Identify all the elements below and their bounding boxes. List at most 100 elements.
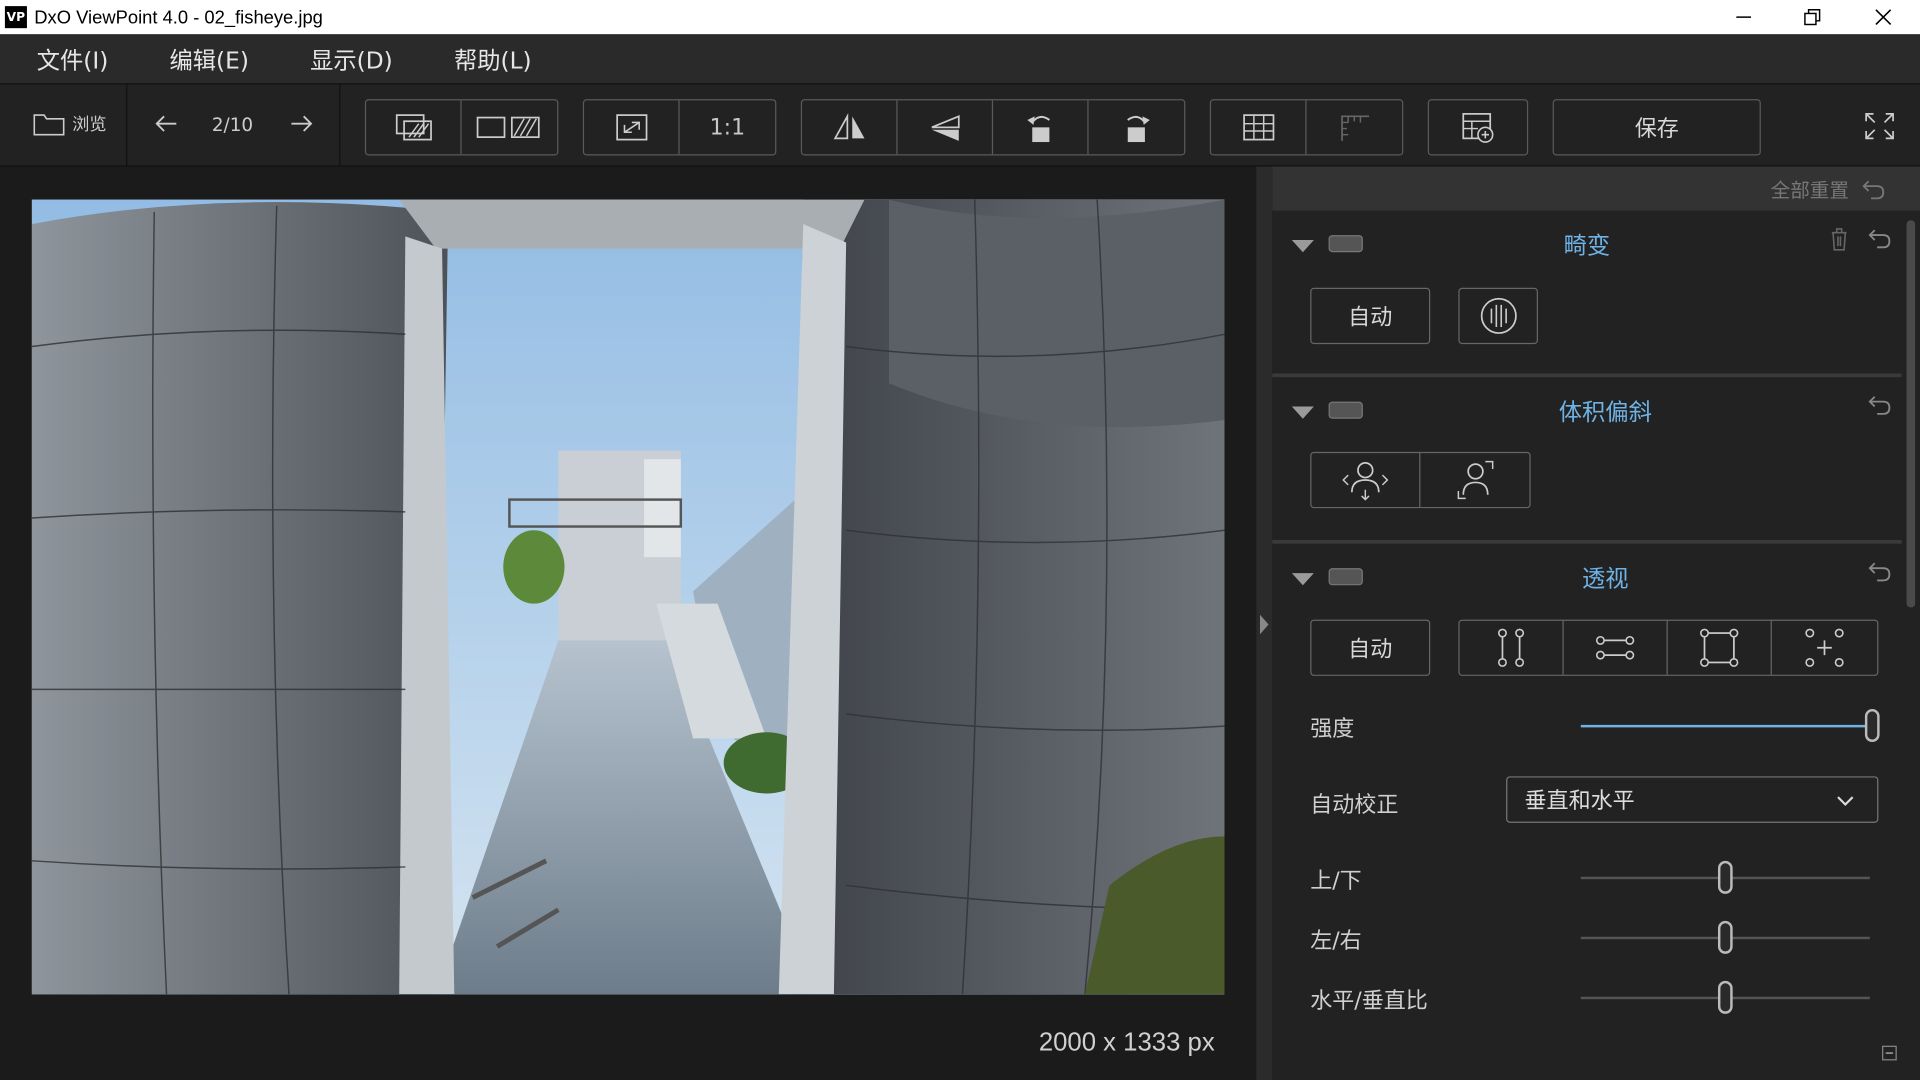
minimize-button[interactable]: [1709, 0, 1778, 34]
browse-label: 浏览: [72, 115, 107, 135]
leftright-slider-thumb[interactable]: [1717, 920, 1733, 954]
perspective-auto-button[interactable]: 自动: [1310, 619, 1431, 676]
image-viewer: 2000 x 1333 px: [0, 166, 1257, 1080]
auto-correct-value: 垂直和水平: [1524, 788, 1635, 815]
menu-help[interactable]: 帮助(L): [454, 42, 532, 75]
distortion-auto-button[interactable]: 自动: [1310, 287, 1431, 345]
grid-button[interactable]: [1211, 100, 1307, 155]
grid-icon: [1242, 114, 1274, 141]
toolbar: 浏览 2/10 1:1 保存: [0, 83, 1920, 168]
rotate-left-icon: [1026, 115, 1050, 143]
strength-label: 强度: [1310, 716, 1355, 743]
restore-button[interactable]: [1778, 0, 1847, 34]
compare-overlay-icon: [395, 114, 432, 141]
volume-title: 体积偏斜: [1558, 399, 1652, 427]
flip-horizontal-button[interactable]: [802, 100, 898, 155]
arrow-right-icon: [291, 115, 313, 132]
updown-slider-thumb[interactable]: [1717, 860, 1733, 894]
browse-button[interactable]: 浏览: [33, 111, 107, 136]
overlay-group: [1209, 99, 1404, 156]
horizontal-lines-icon: [1595, 635, 1635, 660]
fullscreen-icon: [1865, 113, 1894, 140]
close-button[interactable]: [1849, 0, 1918, 34]
menu-file[interactable]: 文件(I): [37, 42, 109, 75]
volume-cylindrical-button[interactable]: [1311, 453, 1421, 507]
panel-splitter[interactable]: [1256, 166, 1273, 1080]
folder-icon: [33, 114, 65, 136]
next-image-button[interactable]: [287, 111, 316, 135]
app-logo: VP: [4, 6, 27, 29]
rectangle-button[interactable]: [1668, 620, 1772, 675]
add-preset-button[interactable]: [1427, 99, 1529, 156]
eight-points-button[interactable]: [1772, 621, 1877, 675]
person-horizontal-icon: [1342, 462, 1389, 501]
ruler-icon: [1341, 115, 1369, 141]
rectangle-icon: [1700, 628, 1739, 667]
rotate-right-button[interactable]: [1089, 100, 1185, 154]
fisheye-photo: [31, 199, 1225, 995]
menu-bar: 文件(I) 编辑(E) 显示(D) 帮助(L): [0, 34, 1920, 84]
strength-slider-fill: [1580, 724, 1875, 728]
undo-icon[interactable]: [1865, 392, 1892, 419]
distortion-fisheye-button[interactable]: [1458, 287, 1538, 345]
flip-vertical-button[interactable]: [898, 100, 994, 155]
perspective-title: 透视: [1582, 565, 1629, 593]
undo-icon[interactable]: [1865, 558, 1892, 585]
fit-to-screen-button[interactable]: [584, 100, 680, 155]
menu-edit[interactable]: 编辑(E): [170, 42, 249, 75]
split-view-button[interactable]: [462, 100, 558, 154]
fisheye-icon: [1480, 297, 1517, 334]
previous-image-button[interactable]: [152, 111, 181, 135]
correction-panel: 全部重置 畸变 自动 体积偏斜 透视 自动 强度 自动校正 垂直和水平 上/下 …: [1272, 166, 1920, 1080]
flip-horizontal-icon: [833, 113, 864, 140]
collapse-panel-icon: [1260, 614, 1269, 635]
fullscreen-button[interactable]: [1861, 109, 1898, 143]
split-view-icon: [476, 116, 540, 139]
before-after-button[interactable]: [366, 100, 462, 155]
perspective-section: 透视 自动 强度 自动校正 垂直和水平 上/下 左/右 水平/垂直比: [1272, 540, 1902, 1080]
panel-scrollbar[interactable]: [1906, 220, 1916, 608]
perspective-mode-group: [1458, 619, 1879, 676]
auto-correct-label: 自动校正: [1310, 792, 1399, 818]
transform-group: [800, 99, 1186, 156]
vertical-lines-icon: [1497, 628, 1525, 667]
volume-buttons: [1310, 451, 1531, 509]
zoom-100-button[interactable]: 1:1: [680, 100, 776, 154]
page-counter: 2/10: [211, 113, 254, 136]
window-title: DxO ViewPoint 4.0 - 02_fisheye.jpg: [34, 6, 323, 28]
updown-label: 上/下: [1310, 868, 1362, 894]
photo-canvas[interactable]: [31, 199, 1225, 995]
add-grid-icon: [1462, 113, 1494, 143]
ratio-slider-thumb[interactable]: [1717, 980, 1733, 1014]
leftright-label: 左/右: [1310, 928, 1362, 954]
save-button[interactable]: 保存: [1552, 99, 1761, 156]
minimize-icon: [1736, 16, 1752, 18]
strength-slider-thumb[interactable]: [1864, 708, 1880, 743]
vertical-lines-button[interactable]: [1460, 620, 1564, 675]
rotate-left-button[interactable]: [993, 100, 1089, 155]
minimize-section-button[interactable]: [1882, 1045, 1897, 1061]
compare-group: [364, 99, 559, 156]
reset-all-bar: 全部重置: [1272, 166, 1920, 211]
points-plus-icon: [1805, 628, 1844, 667]
chevron-down-icon: [1837, 796, 1854, 807]
close-icon: [1875, 9, 1892, 26]
zoom-group: 1:1: [582, 99, 777, 156]
reset-all-label[interactable]: 全部重置: [1771, 174, 1849, 203]
auto-correct-select[interactable]: 垂直和水平: [1506, 776, 1879, 823]
distortion-title: 畸变: [1563, 232, 1611, 260]
image-dimensions: 2000 x 1333 px: [1038, 1028, 1215, 1057]
flip-vertical-icon: [930, 115, 960, 141]
distortion-section: 畸变 自动: [1272, 211, 1901, 378]
menu-view[interactable]: 显示(D): [310, 42, 393, 75]
undo-icon[interactable]: [1865, 225, 1892, 252]
arrow-left-icon: [155, 115, 177, 132]
volume-diagonal-button[interactable]: [1420, 453, 1529, 507]
trash-icon[interactable]: [1826, 225, 1853, 252]
volume-section: 体积偏斜: [1272, 373, 1902, 540]
ratio-label: 水平/垂直比: [1310, 988, 1428, 1014]
horizontal-lines-button[interactable]: [1564, 620, 1668, 675]
undo-icon[interactable]: [1859, 176, 1886, 200]
person-diagonal-icon: [1457, 460, 1493, 500]
ruler-button[interactable]: [1307, 100, 1403, 154]
